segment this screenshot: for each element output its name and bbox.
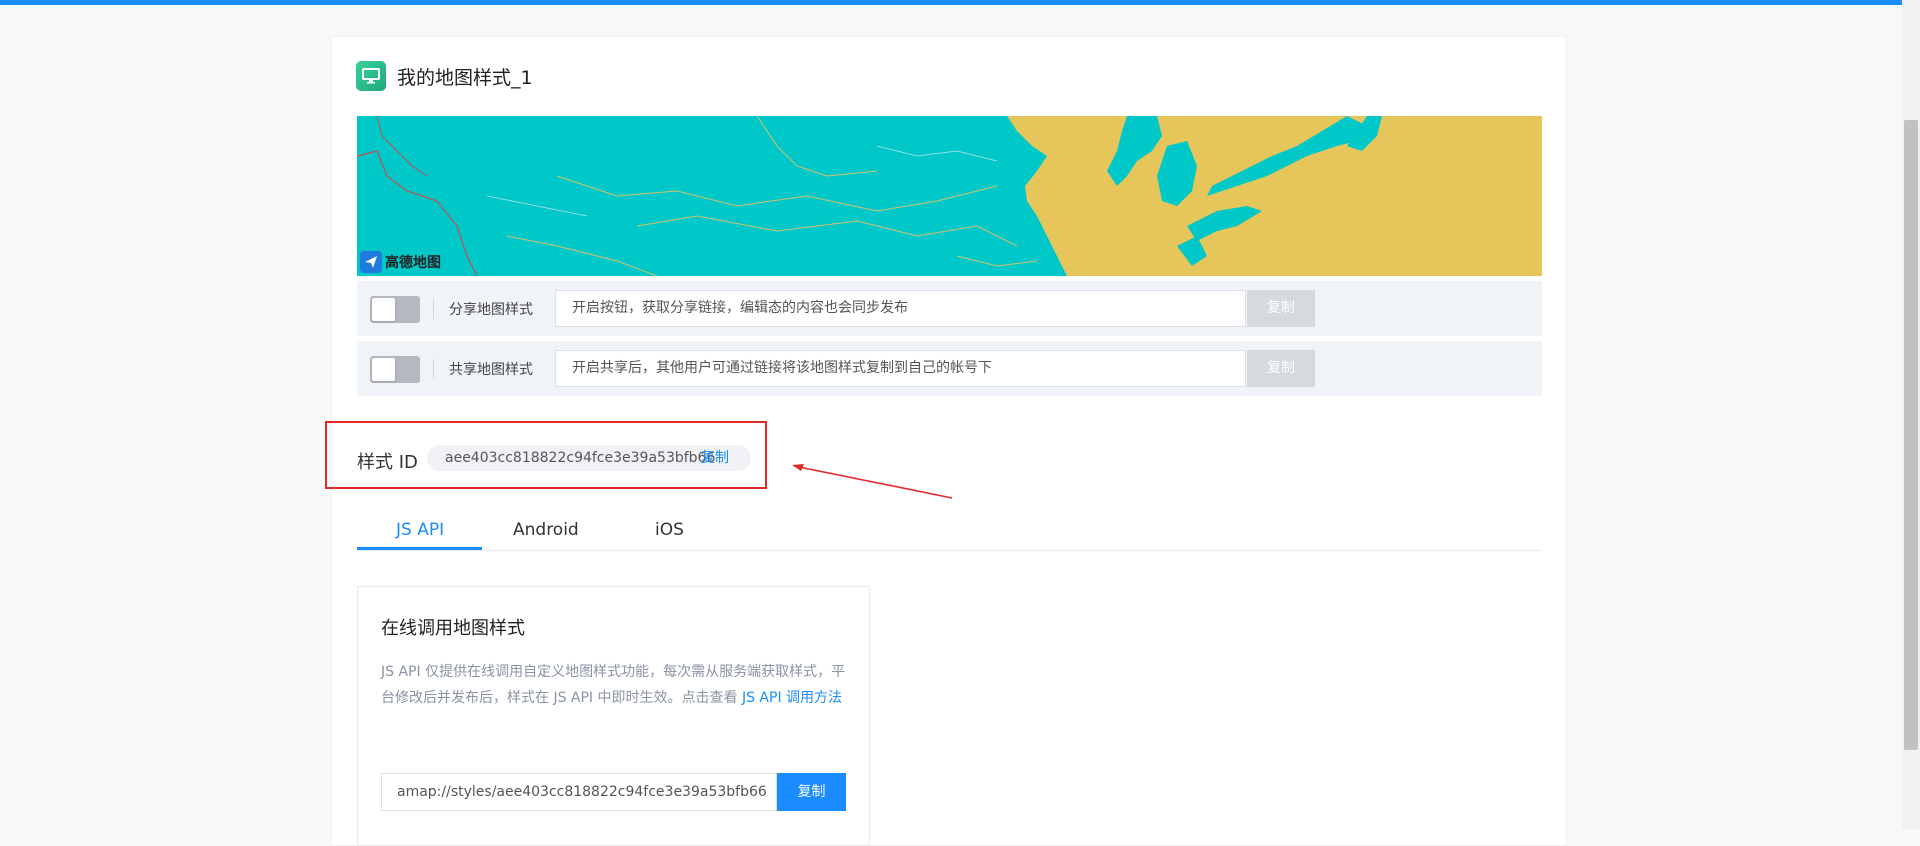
active-tab-indicator — [357, 547, 482, 550]
shared-toggle[interactable] — [370, 356, 420, 383]
style-id-copy-link[interactable]: 复制 — [701, 445, 729, 471]
tab-android[interactable]: Android — [513, 520, 579, 540]
style-id-value: aee403cc818822c94fce3e39a53bfb66 — [445, 450, 716, 466]
share-toggle[interactable] — [370, 296, 420, 323]
shared-link-input[interactable]: 开启共享后，其他用户可通过链接将该地图样式复制到自己的帐号下 — [555, 350, 1246, 387]
style-url-input[interactable]: amap://styles/aee403cc818822c94fce3e39a5… — [381, 773, 777, 811]
style-id-pill: aee403cc818822c94fce3e39a53bfb66 复制 — [427, 445, 751, 471]
title-row: 我的地图样式_1 — [356, 61, 533, 91]
shared-copy-button[interactable]: 复制 — [1247, 350, 1315, 387]
monitor-icon — [356, 61, 386, 91]
js-api-card: 在线调用地图样式 JS API 仅提供在线调用自定义地图样式功能，每次需从服务端… — [357, 586, 870, 846]
map-preview-image — [357, 116, 1542, 276]
share-map-style-row: 分享地图样式 开启按钮，获取分享链接，编辑态的内容也会同步发布 复制 — [357, 281, 1542, 336]
shared-label: 共享地图样式 — [449, 362, 533, 378]
shared-map-style-row: 共享地图样式 开启共享后，其他用户可通过链接将该地图样式复制到自己的帐号下 复制 — [357, 341, 1542, 396]
map-logo: 高德地图 — [360, 251, 441, 273]
js-api-usage-link[interactable]: JS API 调用方法 — [742, 690, 842, 706]
divider — [433, 299, 434, 319]
toggle-knob — [372, 358, 395, 381]
style-id-label: 样式 ID — [357, 452, 418, 473]
page-title: 我的地图样式_1 — [397, 66, 533, 89]
share-copy-button[interactable]: 复制 — [1247, 290, 1315, 327]
toggle-knob — [372, 298, 395, 321]
platform-tabs: JS API Android iOS — [357, 510, 1542, 551]
style-url-copy-button[interactable]: 复制 — [777, 773, 846, 811]
share-link-input[interactable]: 开启按钮，获取分享链接，编辑态的内容也会同步发布 — [555, 290, 1246, 327]
api-card-description: JS API 仅提供在线调用自定义地图样式功能，每次需从服务端获取样式，平台修改… — [381, 659, 847, 711]
annotation-arrow — [792, 464, 953, 499]
map-logo-text: 高德地图 — [385, 255, 441, 271]
amap-logo-icon — [360, 251, 382, 273]
map-preview[interactable]: 高德地图 — [357, 116, 1542, 276]
scrollbar-thumb[interactable] — [1904, 120, 1918, 750]
top-accent-bar — [0, 0, 1920, 5]
share-label: 分享地图样式 — [449, 302, 533, 318]
tab-ios[interactable]: iOS — [655, 520, 684, 540]
tab-js-api[interactable]: JS API — [396, 520, 444, 540]
api-card-title: 在线调用地图样式 — [381, 618, 525, 639]
divider — [433, 359, 434, 379]
